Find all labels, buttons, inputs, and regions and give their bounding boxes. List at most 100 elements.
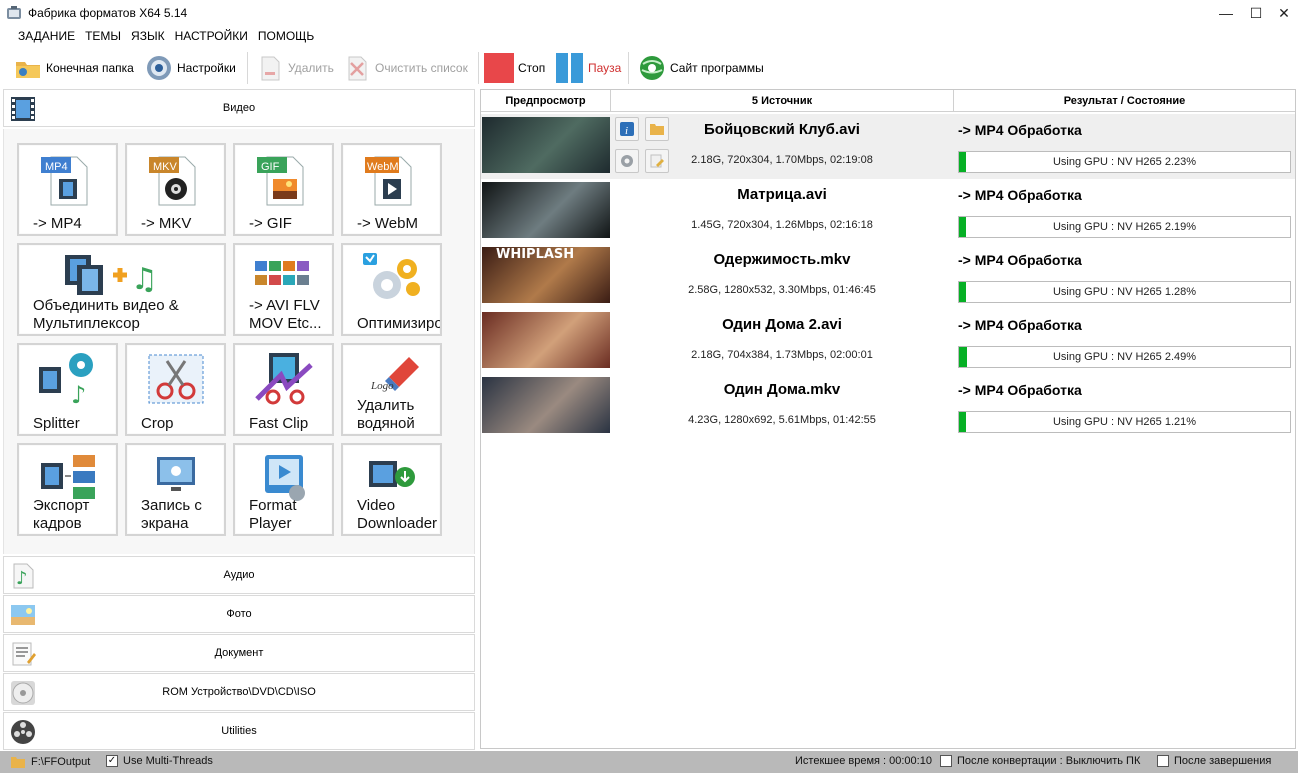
minimize-button[interactable]: — xyxy=(1210,0,1242,26)
result-target: -> MP4 Обработка xyxy=(958,317,1082,333)
thumbnail-title: WHIPLASH xyxy=(496,247,575,262)
output-folder-label: Конечная папка xyxy=(46,61,134,75)
video-thumbnail xyxy=(482,182,610,238)
film-reel-icon xyxy=(11,720,35,744)
multithreads-checkbox[interactable]: ✓ xyxy=(106,755,118,767)
after-convert-toggle[interactable]: После конвертации : Выключить ПК xyxy=(940,755,1140,767)
tile-fast-clip-label: Fast Clip xyxy=(249,415,309,432)
svg-text:GIF: GIF xyxy=(261,161,280,173)
tile-join-mux[interactable]: ♫ Объединить видео & Мультиплексор xyxy=(17,243,226,336)
category-utilities[interactable]: Utilities xyxy=(3,712,475,750)
settings-label: Настройки xyxy=(177,61,236,75)
menu-language[interactable]: ЯЗЫК xyxy=(127,26,169,46)
source-info: 1.45G, 720x304, 1.26Mbps, 02:16:18 xyxy=(691,219,873,231)
svg-text:MKV: MKV xyxy=(153,161,178,173)
tile-to-gif-label: -> GIF xyxy=(249,215,292,232)
category-photo-label: Фото xyxy=(226,608,252,620)
tile-format-player-label: Format Player xyxy=(249,497,297,532)
status-bar: F:\FFOutput ✓ Use Multi-Threads Истекшее… xyxy=(0,751,1298,773)
film-icon xyxy=(11,97,35,121)
category-video[interactable]: Видео xyxy=(3,89,475,127)
output-folder-button[interactable]: Конечная папка xyxy=(14,52,134,84)
clear-list-label: Очистить список xyxy=(375,61,468,75)
svg-text:Logo: Logo xyxy=(370,380,394,392)
column-result[interactable]: Результат / Состояние xyxy=(954,90,1295,112)
toolbar-divider xyxy=(628,52,629,84)
stop-button[interactable]: Стоп xyxy=(484,52,545,84)
tile-remove-watermark[interactable]: Logo Удалить водяной xyxy=(341,343,442,436)
progress-status-text: Using GPU : NV H265 1.28% xyxy=(1052,286,1197,298)
menu-themes[interactable]: ТЕМЫ xyxy=(81,26,125,46)
category-photo[interactable]: Фото xyxy=(3,595,475,633)
tile-fast-clip[interactable]: Fast Clip xyxy=(233,343,334,436)
menu-task[interactable]: ЗАДАНИЕ xyxy=(14,26,79,46)
multithreads-label: Use Multi-Threads xyxy=(123,755,213,767)
video-thumbnail xyxy=(482,377,610,433)
tile-to-mp4[interactable]: MP4 -> MP4 xyxy=(17,143,118,236)
tile-screen-record[interactable]: Запись с экрана xyxy=(125,443,226,536)
tile-to-mp4-label: -> MP4 xyxy=(33,215,82,232)
queue-row[interactable]: Один Дома 2.avi 2.18G, 704x384, 1.73Mbps,… xyxy=(481,309,1295,374)
tile-to-webm-label: -> WebM xyxy=(357,215,418,232)
elapsed-time-text: Истекшее время : 00:00:10 xyxy=(795,755,932,767)
settings-button[interactable]: Настройки xyxy=(145,52,236,84)
column-source[interactable]: 5 Источник xyxy=(611,90,954,112)
document-remove-icon xyxy=(261,56,280,81)
source-filename: Бойцовский Клуб.avi xyxy=(704,121,860,138)
category-utilities-label: Utilities xyxy=(221,725,257,737)
column-preview[interactable]: Предпросмотр xyxy=(481,90,611,112)
tile-video-downloader[interactable]: Video Downloader xyxy=(341,443,442,536)
website-label: Сайт программы xyxy=(670,61,764,75)
after-finish-toggle[interactable]: После завершения xyxy=(1157,755,1271,767)
result-target: -> MP4 Обработка xyxy=(958,187,1082,203)
close-button[interactable]: ✕ xyxy=(1268,0,1298,26)
tile-to-avi-flv-mov[interactable]: -> AVI FLV MOV Etc... xyxy=(233,243,334,336)
category-audio[interactable]: ♪ Аудио xyxy=(3,556,475,594)
pause-button[interactable]: Пауза xyxy=(556,52,621,84)
music-note-icon: ♪ xyxy=(13,563,34,589)
svg-text:WebM: WebM xyxy=(367,161,399,173)
svg-text:♪: ♪ xyxy=(71,381,86,407)
progress-status-text: Using GPU : NV H265 1.21% xyxy=(1052,416,1197,428)
toolbar: Конечная папка Настройки Удалить Очистит… xyxy=(0,48,1298,88)
menu-bar: ЗАДАНИЕ ТЕМЫ ЯЗЫК НАСТРОЙКИ ПОМОЩЬ xyxy=(0,26,1298,46)
tile-join-mux-label: Объединить видео & Мультиплексор xyxy=(33,297,179,332)
svg-text:♫: ♫ xyxy=(131,262,158,297)
menu-help[interactable]: ПОМОЩЬ xyxy=(254,26,318,46)
tile-splitter[interactable]: ♪ Splitter xyxy=(17,343,118,436)
source-info: 2.18G, 720x304, 1.70Mbps, 02:19:08 xyxy=(691,154,873,166)
tile-to-mkv[interactable]: MKV -> MKV xyxy=(125,143,226,236)
remove-button[interactable]: Удалить xyxy=(256,52,334,84)
category-document[interactable]: Документ xyxy=(3,634,475,672)
globe-icon xyxy=(640,56,664,80)
tile-format-player[interactable]: Format Player xyxy=(233,443,334,536)
output-path[interactable]: F:\FFOutput xyxy=(10,755,90,769)
video-thumbnail xyxy=(482,117,610,173)
pause-label: Пауза xyxy=(588,61,622,75)
tile-optimize[interactable]: Оптимизиро xyxy=(341,243,442,336)
queue-row[interactable]: Матрица.avi 1.45G, 720x304, 1.26Mbps, 02:… xyxy=(481,179,1295,244)
menu-settings[interactable]: НАСТРОЙКИ xyxy=(171,26,252,46)
photo-icon xyxy=(11,605,35,625)
progress-status-text: Using GPU : NV H265 2.49% xyxy=(1052,351,1197,363)
queue-row[interactable]: Один Дома.mkv 4.23G, 1280x692, 5.61Mbps, … xyxy=(481,374,1295,439)
queue-row[interactable]: WHIPLASH Одержимость.mkv 2.58G, 1280x532, … xyxy=(481,244,1295,309)
clear-list-button[interactable]: Очистить список xyxy=(343,52,468,84)
category-rom-dvd[interactable]: ROM Устройство\DVD\CD\ISO xyxy=(3,673,475,711)
after-convert-checkbox[interactable] xyxy=(940,755,952,767)
queue-row[interactable]: i Бойцовский Клуб.avi 2.18G, 720x304, 1.70… xyxy=(481,114,1295,179)
tile-crop[interactable]: Crop xyxy=(125,343,226,436)
tile-export-frames[interactable]: Экспорт кадров xyxy=(17,443,118,536)
source-filename: Один Дома.mkv xyxy=(723,381,841,398)
folder-icon xyxy=(16,62,40,78)
remove-label: Удалить xyxy=(288,61,334,75)
website-button[interactable]: Сайт программы xyxy=(638,52,764,84)
tile-to-gif[interactable]: GIF -> GIF xyxy=(233,143,334,236)
tile-to-webm[interactable]: WebM -> WebM xyxy=(341,143,442,236)
elapsed-time: Истекшее время : 00:00:10 xyxy=(795,755,932,767)
after-finish-checkbox[interactable] xyxy=(1157,755,1169,767)
splitter-icon: ♪ xyxy=(39,353,93,407)
multithreads-toggle[interactable]: ✓ Use Multi-Threads xyxy=(106,755,213,767)
pause-icon xyxy=(556,53,583,83)
optimize-gears-icon xyxy=(363,253,420,299)
